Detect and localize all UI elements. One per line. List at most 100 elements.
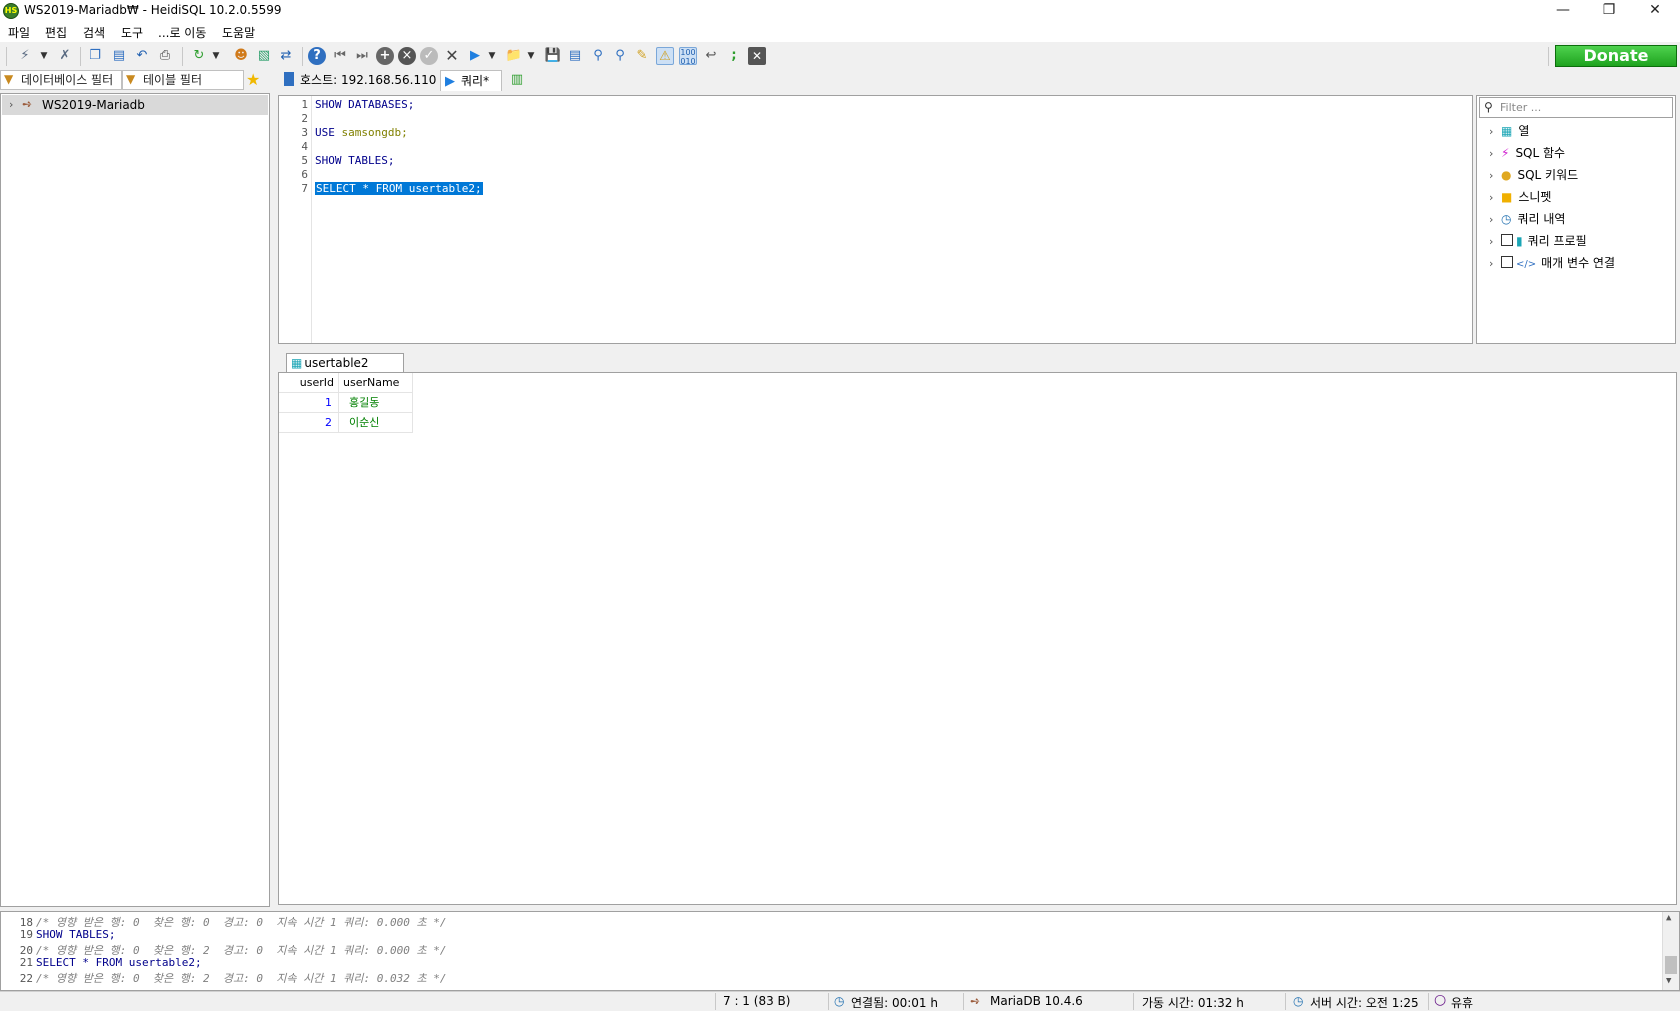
- helper-item-bind-params[interactable]: › </> 매개 변수 연결: [1489, 253, 1615, 273]
- result-grid[interactable]: userId userName 1 홍길동 2 이순신: [278, 372, 1677, 905]
- menu-tools[interactable]: 도구: [121, 24, 143, 41]
- scrollbar-thumb[interactable]: [1665, 956, 1677, 974]
- server-version: MariaDB 10.4.6: [990, 994, 1083, 1008]
- profile-checkbox[interactable]: [1501, 234, 1513, 246]
- status-separator: [1285, 993, 1286, 1010]
- line-number: 6: [301, 168, 308, 181]
- scroll-up-icon[interactable]: ▲: [1666, 913, 1671, 923]
- key-icon: ●: [1501, 168, 1512, 182]
- connect-icon[interactable]: ⚡: [16, 47, 34, 65]
- helper-item-query-profile[interactable]: › ▮ 쿼리 프로필: [1489, 231, 1587, 251]
- restore-icon[interactable]: ❐: [1586, 0, 1632, 22]
- print-icon[interactable]: ⎙: [156, 47, 174, 65]
- open-dropdown-icon[interactable]: ▼: [525, 47, 537, 65]
- table-filter-input[interactable]: ▼ 테이블 필터: [122, 70, 244, 90]
- close-tab-icon[interactable]: ✕: [748, 47, 766, 65]
- sql-editor[interactable]: 1 2 3 4 5 6 7 SHOW DATABASES; USE samson…: [278, 95, 1473, 344]
- find-icon[interactable]: ⚲: [589, 47, 607, 65]
- helper-item-sql-keywords[interactable]: › ● SQL 키워드: [1489, 165, 1578, 185]
- chevron-right-icon[interactable]: ›: [1489, 210, 1501, 230]
- lightning-icon: ⚡: [1501, 146, 1510, 160]
- toolbar-grip: [6, 47, 7, 66]
- execute-query-icon[interactable]: ▶: [466, 47, 484, 65]
- helpers-filter-input[interactable]: ⚲ Filter ...: [1479, 97, 1673, 118]
- refresh-dropdown-icon[interactable]: ▼: [210, 47, 222, 65]
- log-scrollbar[interactable]: ▲ ▼: [1662, 912, 1679, 990]
- close-icon[interactable]: ✕: [1632, 0, 1678, 22]
- insert-record-icon[interactable]: +: [376, 47, 394, 65]
- table-cell[interactable]: 1: [279, 393, 339, 413]
- export-icon[interactable]: ▧: [255, 47, 273, 65]
- scroll-down-icon[interactable]: ▼: [1666, 976, 1671, 986]
- menu-goto[interactable]: ...로 이동: [158, 24, 206, 41]
- title-bar: HS WS2019-Mariadb₩ - HeidiSQL 10.2.0.559…: [0, 0, 1680, 22]
- chevron-right-icon[interactable]: ›: [1489, 254, 1501, 274]
- code-line: SHOW DATABASES;: [315, 98, 415, 111]
- tab-query[interactable]: ▶ 쿼리*: [440, 70, 502, 91]
- sync-icon[interactable]: ⇄: [277, 47, 295, 65]
- reformat-sql-icon[interactable]: ✎: [633, 47, 651, 65]
- undo-icon[interactable]: ↶: [133, 47, 151, 65]
- new-query-tab-icon[interactable]: ▥: [507, 70, 527, 91]
- clock-icon: ◷: [1501, 212, 1512, 226]
- cancel-record-icon[interactable]: ✕: [443, 47, 461, 65]
- donate-button[interactable]: Donate: [1555, 45, 1677, 67]
- menu-file[interactable]: 파일: [8, 24, 30, 41]
- helper-item-columns[interactable]: › ▦ 열: [1489, 121, 1529, 141]
- tree-node-server[interactable]: › ➺ WS2019-Mariadb: [2, 95, 268, 115]
- log-line: 19 SHOW TABLES;: [19, 928, 116, 941]
- menu-help[interactable]: 도움말: [222, 24, 255, 41]
- sql-log[interactable]: 18/* 영향 받은 행: 0 찾은 행: 0 경고: 0 지속 시간 1 쿼리…: [0, 911, 1680, 991]
- help-icon[interactable]: ?: [308, 47, 326, 65]
- save-icon[interactable]: 💾: [544, 47, 562, 65]
- favorites-star-icon[interactable]: ★: [246, 70, 264, 90]
- disconnect-icon[interactable]: ✗: [56, 47, 74, 65]
- save-snippet-icon[interactable]: ▤: [566, 47, 584, 65]
- chevron-right-icon[interactable]: ›: [1489, 188, 1501, 208]
- helper-item-query-history[interactable]: › ◷ 쿼리 내역: [1489, 209, 1565, 229]
- stop-on-error-icon[interactable]: ⚠: [656, 47, 674, 65]
- menu-search[interactable]: 검색: [83, 24, 105, 41]
- line-number-gutter: 1 2 3 4 5 6 7: [279, 96, 312, 343]
- menu-edit[interactable]: 편집: [45, 24, 67, 41]
- chevron-right-icon[interactable]: ›: [1489, 166, 1501, 186]
- execute-dropdown-icon[interactable]: ▼: [486, 47, 498, 65]
- paste-icon[interactable]: ▤: [110, 47, 128, 65]
- binary-mode-icon[interactable]: 100 010: [679, 47, 697, 66]
- find-next-icon[interactable]: ⚲: [611, 47, 629, 65]
- delimiter-icon[interactable]: ;: [725, 47, 743, 65]
- word-wrap-icon[interactable]: ↩: [702, 47, 720, 65]
- first-record-icon[interactable]: ⏮: [331, 47, 349, 65]
- table-cell[interactable]: 이순신: [339, 413, 413, 433]
- minimize-icon[interactable]: —: [1540, 0, 1586, 22]
- result-tab-usertable2[interactable]: ▦usertable2 (2×2): [286, 353, 404, 389]
- user-manager-icon[interactable]: ☻: [232, 47, 250, 65]
- post-record-icon[interactable]: ✓: [420, 47, 438, 65]
- tab-host[interactable]: 호스트: 192.168.56.110: [278, 70, 438, 91]
- refresh-icon[interactable]: ↻: [190, 47, 208, 65]
- helper-item-snippets[interactable]: › ■ 스니펫: [1489, 187, 1551, 207]
- chevron-right-icon[interactable]: ›: [1489, 144, 1501, 164]
- column-header[interactable]: userId: [279, 373, 339, 393]
- line-number: 7: [301, 182, 308, 195]
- chevron-right-icon[interactable]: ›: [1489, 122, 1501, 142]
- toolbar-separator: [80, 47, 81, 66]
- status-bar: 7 : 1 (83 B) ◷ 연결됨: 00:01 h ➺ MariaDB 10…: [0, 991, 1680, 1010]
- clock-icon: ◷: [834, 994, 845, 1008]
- helper-item-sql-functions[interactable]: › ⚡ SQL 함수: [1489, 143, 1565, 163]
- column-header[interactable]: userName: [339, 373, 413, 393]
- delete-record-icon[interactable]: ×: [398, 47, 416, 65]
- search-icon: ⚲: [1484, 100, 1493, 114]
- last-record-icon[interactable]: ⏭: [353, 47, 371, 65]
- open-file-icon[interactable]: 📁: [505, 47, 523, 65]
- database-filter-input[interactable]: ▼ 데이터베이스 필터: [0, 70, 122, 90]
- table-cell[interactable]: 홍길동: [339, 393, 413, 413]
- chevron-right-icon[interactable]: ›: [9, 98, 13, 111]
- status-separator: [715, 993, 716, 1010]
- copy-icon[interactable]: ❐: [86, 47, 104, 65]
- bind-params-checkbox[interactable]: [1501, 256, 1513, 268]
- table-cell[interactable]: 2: [279, 413, 339, 433]
- mariadb-seal-icon: ➺: [970, 994, 981, 1008]
- chevron-right-icon[interactable]: ›: [1489, 232, 1501, 252]
- connect-dropdown-icon[interactable]: ▼: [38, 47, 50, 65]
